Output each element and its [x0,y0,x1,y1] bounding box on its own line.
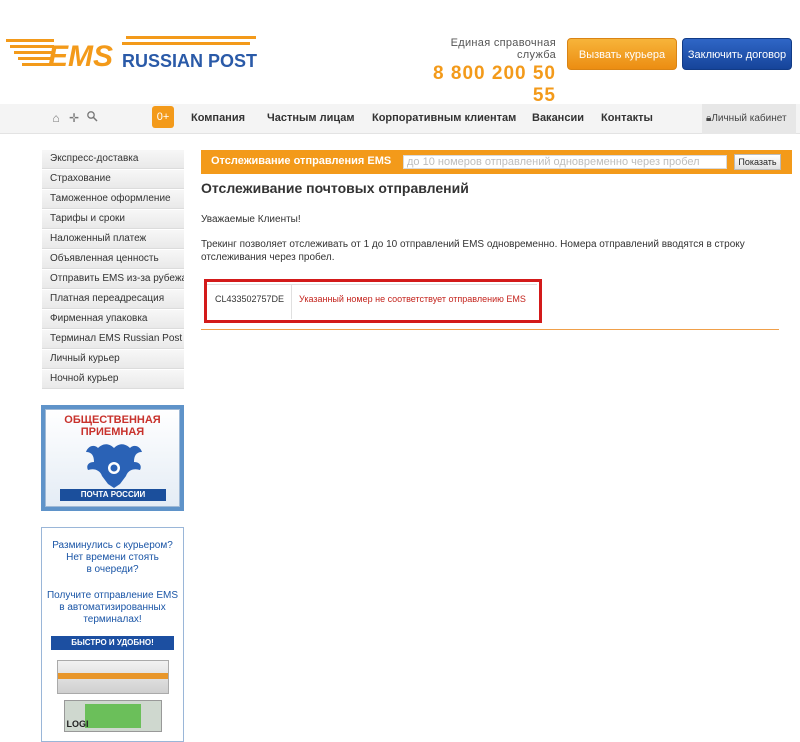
tracking-number-input[interactable] [403,155,727,169]
site-header: EMS RUSSIAN POST Единая справочная служб… [0,0,800,107]
sign-contract-button[interactable]: Заключить договор [682,38,792,70]
terminal-banner-offer-line1: Получите отправление EMS [46,590,179,601]
nav-item-individuals[interactable]: Частным лицам [267,112,354,124]
parcel-terminal-image [56,660,169,694]
sidebar-item-send-from-abroad[interactable]: Отправить EMS из-за рубежа [42,270,184,289]
show-tracking-button[interactable]: Показать [734,154,781,170]
fast-and-easy-strip: БЫСТРО И УДОБНО! [51,636,174,650]
logo-russian-post-text: RUSSIAN POST [122,51,257,71]
terminal-banner-question-line3: в очереди? [86,564,139,575]
logi-terminal-image: LOGI [63,700,162,732]
age-rating-badge: 0+ [152,106,174,128]
home-icon[interactable]: ⌂ [49,110,63,126]
logo-ems-text: EMS [48,40,113,73]
sitemap-icon[interactable]: ✛ [67,110,81,126]
terminal-banner-offer: Получите отправление EMS в автоматизиров… [42,590,183,626]
terminal-banner-question: Разминулись с курьером? Нет времени стоя… [42,540,183,576]
sidebar-item-declared-value[interactable]: Объявленная ценность [42,250,184,269]
sidebar-item-night-courier[interactable]: Ночной курьер [42,370,184,389]
hotline-phone[interactable]: 8 800 200 50 55 [420,63,556,107]
sidebar-item-insurance[interactable]: Страхование [42,170,184,189]
ems-russian-post-logo[interactable]: EMS RUSSIAN POST [6,34,266,74]
sidebar-item-express-delivery[interactable]: Экспресс-доставка [42,150,184,169]
intro-text: Трекинг позволяет отслеживать от 1 до 10… [201,239,745,263]
search-icon[interactable] [85,110,99,126]
main-navigation: ⌂ ✛ 0+ Компания Частным лицам Корпоратив… [0,104,800,134]
tracking-bar-label: Отслеживание отправления EMS [211,155,392,167]
sidebar-item-cod[interactable]: Наложенный платеж [42,230,184,249]
nav-item-vacancies[interactable]: Вакансии [532,112,584,124]
hotline-label: Единая справочная служба [450,37,556,61]
terminal-banner-question-line1: Разминулись с курьером? [52,540,173,551]
greeting-text: Уважаемые Клиенты! [201,214,301,225]
personal-cabinet-link[interactable]: 🔒︎Личный кабинет [702,104,796,134]
personal-cabinet-label: Личный кабинет [711,113,787,124]
sidebar-item-terminal[interactable]: Терминал EMS Russian Post [42,330,184,349]
orange-divider [201,329,779,330]
call-courier-button[interactable]: Вызвать курьера [567,38,677,70]
public-reception-banner-body: ОБЩЕСТВЕННАЯ ПРИЕМНАЯ ПОЧТА РОССИИ [45,409,180,507]
terminal-banner[interactable]: Разминулись с курьером? Нет времени стоя… [41,527,184,742]
nav-item-company[interactable]: Компания [191,112,245,124]
russian-post-label: ПОЧТА РОССИИ [60,489,166,501]
nav-item-contacts[interactable]: Контакты [601,112,653,124]
terminal-banner-question-line2: Нет времени стоять [66,552,159,563]
sidebar-item-tariffs[interactable]: Тарифы и сроки [42,210,184,229]
sidebar-item-personal-courier[interactable]: Личный курьер [42,350,184,369]
page-title: Отслеживание почтовых отправлений [201,180,469,196]
terminal-banner-offer-line2: в автоматизированных [59,602,166,613]
sidebar-item-readdressing[interactable]: Платная переадресация [42,290,184,309]
public-reception-title-line1: ОБЩЕСТВЕННАЯ [64,414,161,426]
logi-brand-label: LOGI [66,719,89,729]
red-highlight-box [204,279,542,323]
public-reception-banner[interactable]: ОБЩЕСТВЕННАЯ ПРИЕМНАЯ ПОЧТА РОССИИ [41,405,184,511]
double-headed-eagle-icon [86,444,142,488]
public-reception-title: ОБЩЕСТВЕННАЯ ПРИЕМНАЯ [46,414,179,438]
nav-item-corporate[interactable]: Корпоративным клиентам [372,112,516,124]
sidebar-item-customs[interactable]: Таможенное оформление [42,190,184,209]
hotline: Единая справочная служба 8 800 200 50 55 [420,37,556,107]
sidebar-item-packaging[interactable]: Фирменная упаковка [42,310,184,329]
public-reception-title-line2: ПРИЕМНАЯ [80,426,145,438]
terminal-banner-offer-line3: терминалах! [83,614,142,625]
sidebar-menu: Экспресс-доставка Страхование Таможенное… [42,150,184,390]
